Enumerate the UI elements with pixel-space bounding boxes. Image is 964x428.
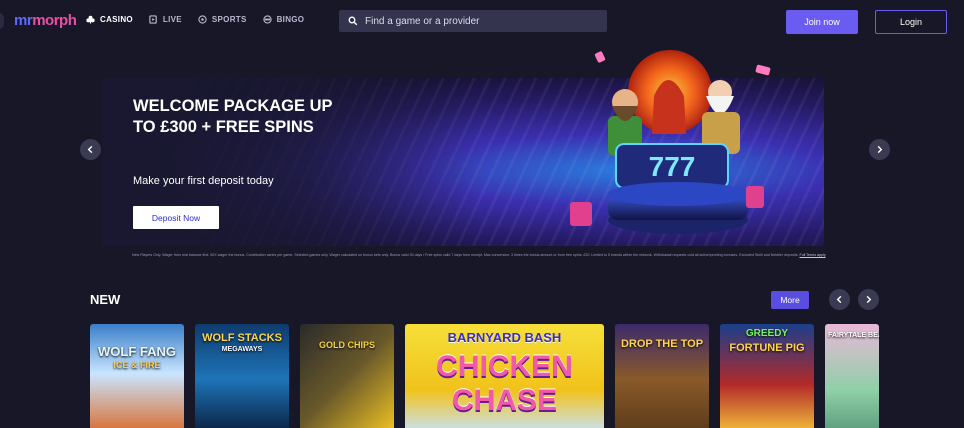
game-card-gold-chips[interactable]: GOLD CHIPS bbox=[300, 324, 394, 428]
search-input[interactable] bbox=[365, 15, 595, 27]
main-nav: CASINO LIVE SPORTS BINGO bbox=[86, 15, 304, 24]
deposit-now-button[interactable]: Deposit Now bbox=[133, 206, 219, 229]
bingo-icon bbox=[262, 15, 272, 24]
nav-sports[interactable]: SPORTS bbox=[198, 15, 247, 24]
game-card-fairytale[interactable]: FAIRYTALE BEAUTY bbox=[825, 324, 879, 428]
search-icon bbox=[348, 16, 358, 26]
game-card-chicken-chase[interactable]: BARNYARD BASH CHICKEN CHASE bbox=[405, 324, 604, 428]
chevron-right-icon bbox=[877, 145, 883, 154]
logo[interactable]: mrmorph bbox=[14, 12, 77, 29]
new-section-title: NEW bbox=[90, 292, 121, 307]
join-now-button[interactable]: Join now bbox=[786, 10, 858, 34]
hero-title: WELCOME PACKAGE UP TO £300 + FREE SPINS bbox=[133, 97, 333, 136]
search-bar[interactable] bbox=[339, 10, 607, 32]
game-card-greedy-fortune-pig[interactable]: GREEDY FORTUNE PIG bbox=[720, 324, 814, 428]
hero-subtitle: Make your first deposit today bbox=[133, 175, 274, 187]
terms-text: New Players Only. Wager from real balanc… bbox=[132, 253, 826, 257]
club-icon bbox=[86, 15, 95, 24]
more-button[interactable]: More bbox=[771, 291, 809, 309]
hero-prev-button[interactable] bbox=[80, 139, 101, 160]
chevron-left-icon bbox=[836, 295, 842, 304]
football-icon bbox=[198, 15, 207, 24]
hero-artwork: 777 bbox=[570, 50, 771, 234]
chevron-left-icon bbox=[87, 145, 93, 154]
menu-toggle[interactable] bbox=[0, 13, 4, 29]
live-icon bbox=[149, 15, 157, 24]
new-prev-button[interactable] bbox=[829, 289, 850, 310]
hero-next-button[interactable] bbox=[869, 139, 890, 160]
chevron-right-icon bbox=[866, 295, 872, 304]
new-next-button[interactable] bbox=[858, 289, 879, 310]
nav-bingo[interactable]: BINGO bbox=[262, 15, 305, 24]
game-card-drop-the-top[interactable]: DROP THE TOP bbox=[615, 324, 709, 428]
nav-live[interactable]: LIVE bbox=[149, 15, 182, 24]
header: mrmorph CASINO LIVE SPORTS BINGO Join no… bbox=[0, 0, 964, 42]
reel-digits: 777 bbox=[649, 151, 696, 182]
game-card-wolf-fang[interactable]: WOLF FANG ICE & FIRE bbox=[90, 324, 184, 428]
full-terms-link[interactable]: Full Terms apply bbox=[800, 253, 826, 257]
nav-casino[interactable]: CASINO bbox=[86, 15, 133, 24]
game-card-wolf-stacks[interactable]: WOLF STACKS MEGAWAYS bbox=[195, 324, 289, 428]
login-button[interactable]: Login bbox=[875, 10, 947, 34]
